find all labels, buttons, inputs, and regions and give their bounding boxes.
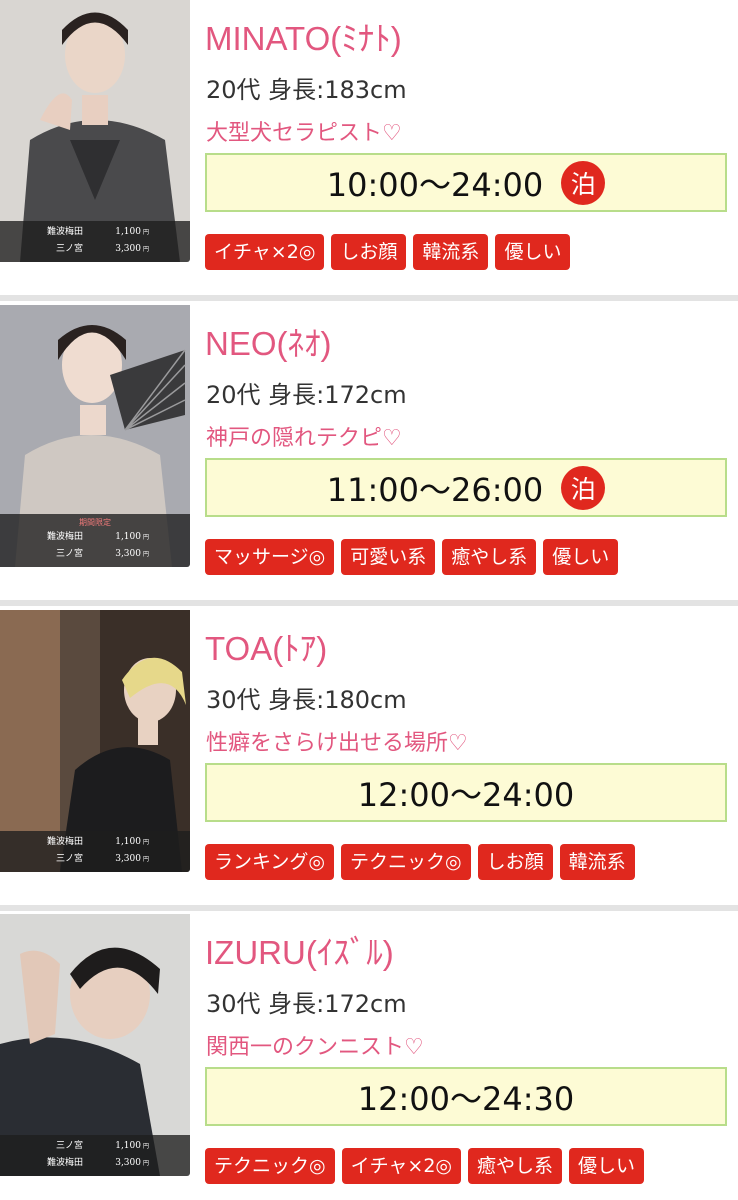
therapist-catchphrase: 性癖をさらけ出せる場所♡ [206, 731, 468, 756]
working-hours-box: 12:00〜24:00 [205, 763, 727, 822]
price-row: 三ノ宮 3,300 円 [0, 851, 190, 868]
feature-tag: 優しい [569, 1148, 645, 1184]
working-hours: 11:00〜26:00 [326, 470, 544, 509]
tag-list: マッサージ◎ 可愛い系 癒やし系 優しい [205, 539, 619, 575]
price-row: 難波梅田 1,100 円 [0, 224, 190, 241]
feature-tag: 韓流系 [413, 234, 489, 270]
price-row: 難波梅田 1,100 円 [0, 529, 190, 546]
therapist-name[interactable]: TOA(ﾄｱ) [205, 622, 327, 670]
therapist-card[interactable]: 難波梅田 1,100 円 三ノ宮 3,300 円 TOA(ﾄｱ) 30代 身長:18… [0, 610, 738, 894]
price-box: 難波梅田 1,100 円 三ノ宮 3,300 円 [0, 221, 190, 262]
therapist-catchphrase: 大型犬セラピスト♡ [206, 121, 402, 146]
feature-tag: テクニック◎ [205, 1148, 335, 1184]
card-divider [0, 295, 738, 301]
therapist-stats: 30代 身長:180cm [206, 686, 407, 714]
price-box: 期間限定 難波梅田 1,100 円 三ノ宮 3,300 円 [0, 514, 190, 567]
feature-tag: 癒やし系 [442, 539, 537, 575]
feature-tag: 優しい [495, 234, 571, 270]
price-value: 3,300 円 [115, 1158, 149, 1168]
price-value: 1,100 円 [115, 532, 149, 542]
price-value: 1,100 円 [115, 1141, 149, 1151]
overnight-badge: 泊 [561, 465, 606, 510]
feature-tag: イチャ×2◎ [205, 234, 325, 270]
therapist-card[interactable]: 難波梅田 1,100 円 三ノ宮 3,300 円 MINATO(ﾐﾅﾄ) 20代 身… [0, 0, 738, 284]
working-hours: 10:00〜24:00 [326, 165, 544, 204]
therapist-catchphrase: 神戸の隠れテクピ♡ [206, 426, 402, 451]
price-area: 三ノ宮 [55, 244, 83, 254]
tag-list: ランキング◎ テクニック◎ しお顔 韓流系 [205, 844, 635, 880]
feature-tag: しお顔 [331, 234, 407, 270]
feature-tag: しお顔 [477, 844, 553, 880]
tag-list: テクニック◎ イチャ×2◎ 癒やし系 優しい [205, 1148, 645, 1184]
price-row: 難波梅田 1,100 円 [0, 834, 190, 851]
price-area: 難波梅田 [46, 532, 83, 542]
therapist-card[interactable]: 三ノ宮 1,100 円 難波梅田 3,300 円 IZURU(ｲｽﾞﾙ) 30代 身… [0, 914, 738, 1198]
price-area: 難波梅田 [46, 837, 83, 847]
therapist-photo[interactable]: 難波梅田 1,100 円 三ノ宮 3,300 円 [0, 0, 190, 262]
therapist-catchphrase: 関西一のクンニスト♡ [206, 1035, 424, 1060]
price-area: 難波梅田 [46, 227, 83, 237]
price-box: 三ノ宮 1,100 円 難波梅田 3,300 円 [0, 1135, 190, 1176]
price-note: 期間限定 [79, 518, 111, 527]
price-value: 3,300 円 [115, 549, 149, 559]
price-row: 三ノ宮 3,300 円 [0, 241, 190, 258]
feature-tag: 優しい [543, 539, 619, 575]
price-value: 1,100 円 [115, 227, 149, 237]
price-value: 3,300 円 [115, 244, 149, 254]
therapist-photo[interactable]: 難波梅田 1,100 円 三ノ宮 3,300 円 [0, 610, 190, 872]
therapist-name[interactable]: IZURU(ｲｽﾞﾙ) [205, 926, 394, 974]
price-area: 三ノ宮 [55, 1141, 83, 1151]
price-area: 三ノ宮 [55, 549, 83, 559]
price-value: 1,100 円 [115, 837, 149, 847]
card-divider [0, 905, 738, 911]
price-area: 難波梅田 [46, 1158, 83, 1168]
therapist-stats: 20代 身長:183cm [206, 76, 407, 104]
overnight-badge: 泊 [561, 160, 606, 205]
therapist-photo[interactable]: 期間限定 難波梅田 1,100 円 三ノ宮 3,300 円 [0, 305, 190, 567]
working-hours-box: 11:00〜26:00 泊 [205, 458, 727, 517]
working-hours: 12:00〜24:00 [357, 775, 575, 814]
therapist-stats: 30代 身長:172cm [206, 990, 407, 1018]
card-divider [0, 600, 738, 606]
price-row: 難波梅田 3,300 円 [0, 1155, 190, 1172]
working-hours-box: 12:00〜24:30 [205, 1067, 727, 1126]
feature-tag: マッサージ◎ [205, 539, 335, 575]
feature-tag: ランキング◎ [205, 844, 335, 880]
working-hours-box: 10:00〜24:00 泊 [205, 153, 727, 212]
therapist-name[interactable]: NEO(ﾈｵ) [205, 317, 332, 365]
feature-tag: テクニック◎ [341, 844, 471, 880]
feature-tag: 韓流系 [559, 844, 635, 880]
therapist-name[interactable]: MINATO(ﾐﾅﾄ) [205, 12, 402, 60]
feature-tag: 癒やし系 [468, 1148, 563, 1184]
price-row: 三ノ宮 3,300 円 [0, 546, 190, 563]
therapist-card[interactable]: 期間限定 難波梅田 1,100 円 三ノ宮 3,300 円 NEO(ﾈｵ) 20代 … [0, 305, 738, 589]
feature-tag: イチャ×2◎ [341, 1148, 461, 1184]
tag-list: イチャ×2◎ しお顔 韓流系 優しい [205, 234, 571, 270]
therapist-photo[interactable]: 三ノ宮 1,100 円 難波梅田 3,300 円 [0, 914, 190, 1176]
price-value: 3,300 円 [115, 854, 149, 864]
feature-tag: 可愛い系 [341, 539, 436, 575]
working-hours: 12:00〜24:30 [357, 1079, 575, 1118]
therapist-stats: 20代 身長:172cm [206, 381, 407, 409]
price-row: 三ノ宮 1,100 円 [0, 1138, 190, 1155]
price-box: 難波梅田 1,100 円 三ノ宮 3,300 円 [0, 831, 190, 872]
price-area: 三ノ宮 [55, 854, 83, 864]
